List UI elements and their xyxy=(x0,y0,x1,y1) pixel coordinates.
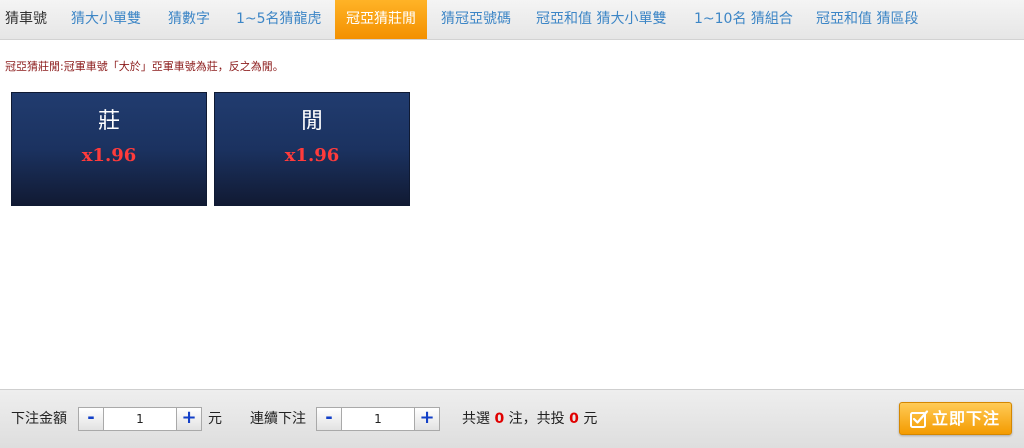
tab-dragon-tiger[interactable]: 1~5名猜龍虎 xyxy=(236,0,322,39)
bet-amount-input[interactable] xyxy=(104,407,176,431)
total-amount: 0 xyxy=(569,411,579,427)
option-odds: x1.96 xyxy=(81,145,137,166)
bet-amount-label: 下注金額 xyxy=(11,411,67,427)
bet-footer: 下注金額 - + 元 連續下注 - + 共選 0 注，共投 0 元 立即下注 xyxy=(0,389,1024,448)
selected-count: 0 xyxy=(494,411,505,427)
checkbox-pen-icon xyxy=(910,410,929,428)
option-name: 閒 xyxy=(300,109,323,134)
tab-guess-big-small-odd-even[interactable]: 猜大小單雙 xyxy=(71,0,141,39)
consecutive-bet-input[interactable] xyxy=(342,407,414,431)
consecutive-minus-button[interactable]: - xyxy=(316,407,342,431)
consecutive-plus-button[interactable]: + xyxy=(414,407,440,431)
option-banker[interactable]: 莊 x1.96 xyxy=(11,92,207,206)
game-tab-bar: 猜車號 猜大小單雙 猜數字 1~5名猜龍虎 冠亞猜莊閒 猜冠亞號碼 冠亞和值 猜… xyxy=(0,0,1024,40)
amount-plus-button[interactable]: + xyxy=(176,407,202,431)
tab-guess-top-two-number[interactable]: 猜冠亞號碼 xyxy=(441,0,511,39)
option-odds: x1.96 xyxy=(284,145,340,166)
tab-sum-big-small[interactable]: 冠亞和值 猜大小單雙 xyxy=(536,0,666,39)
summary-currency: 元 xyxy=(583,411,598,427)
summary-prefix: 共選 xyxy=(462,411,490,427)
place-bet-button[interactable]: 立即下注 xyxy=(899,402,1012,435)
option-name: 莊 xyxy=(97,109,120,134)
currency-label: 元 xyxy=(208,411,222,427)
tab-sum-range[interactable]: 冠亞和值 猜區段 xyxy=(816,0,918,39)
place-bet-label: 立即下注 xyxy=(932,409,1001,428)
tab-banker-player[interactable]: 冠亞猜莊閒 xyxy=(335,0,427,39)
rule-description: 冠亞猜莊閒:冠軍車號「大於」亞軍車號為莊，反之為閒。 xyxy=(5,60,284,73)
tab-combination[interactable]: 1~10名 猜組合 xyxy=(694,0,793,39)
consecutive-bet-label: 連續下注 xyxy=(250,411,306,427)
option-player[interactable]: 閒 x1.96 xyxy=(214,92,410,206)
bet-summary: 共選 0 注，共投 0 元 xyxy=(462,390,597,448)
amount-minus-button[interactable]: - xyxy=(78,407,104,431)
summary-middle: 注，共投 xyxy=(508,411,565,427)
tab-guess-car-number[interactable]: 猜車號 xyxy=(5,0,47,39)
tab-guess-number[interactable]: 猜數字 xyxy=(168,0,210,39)
